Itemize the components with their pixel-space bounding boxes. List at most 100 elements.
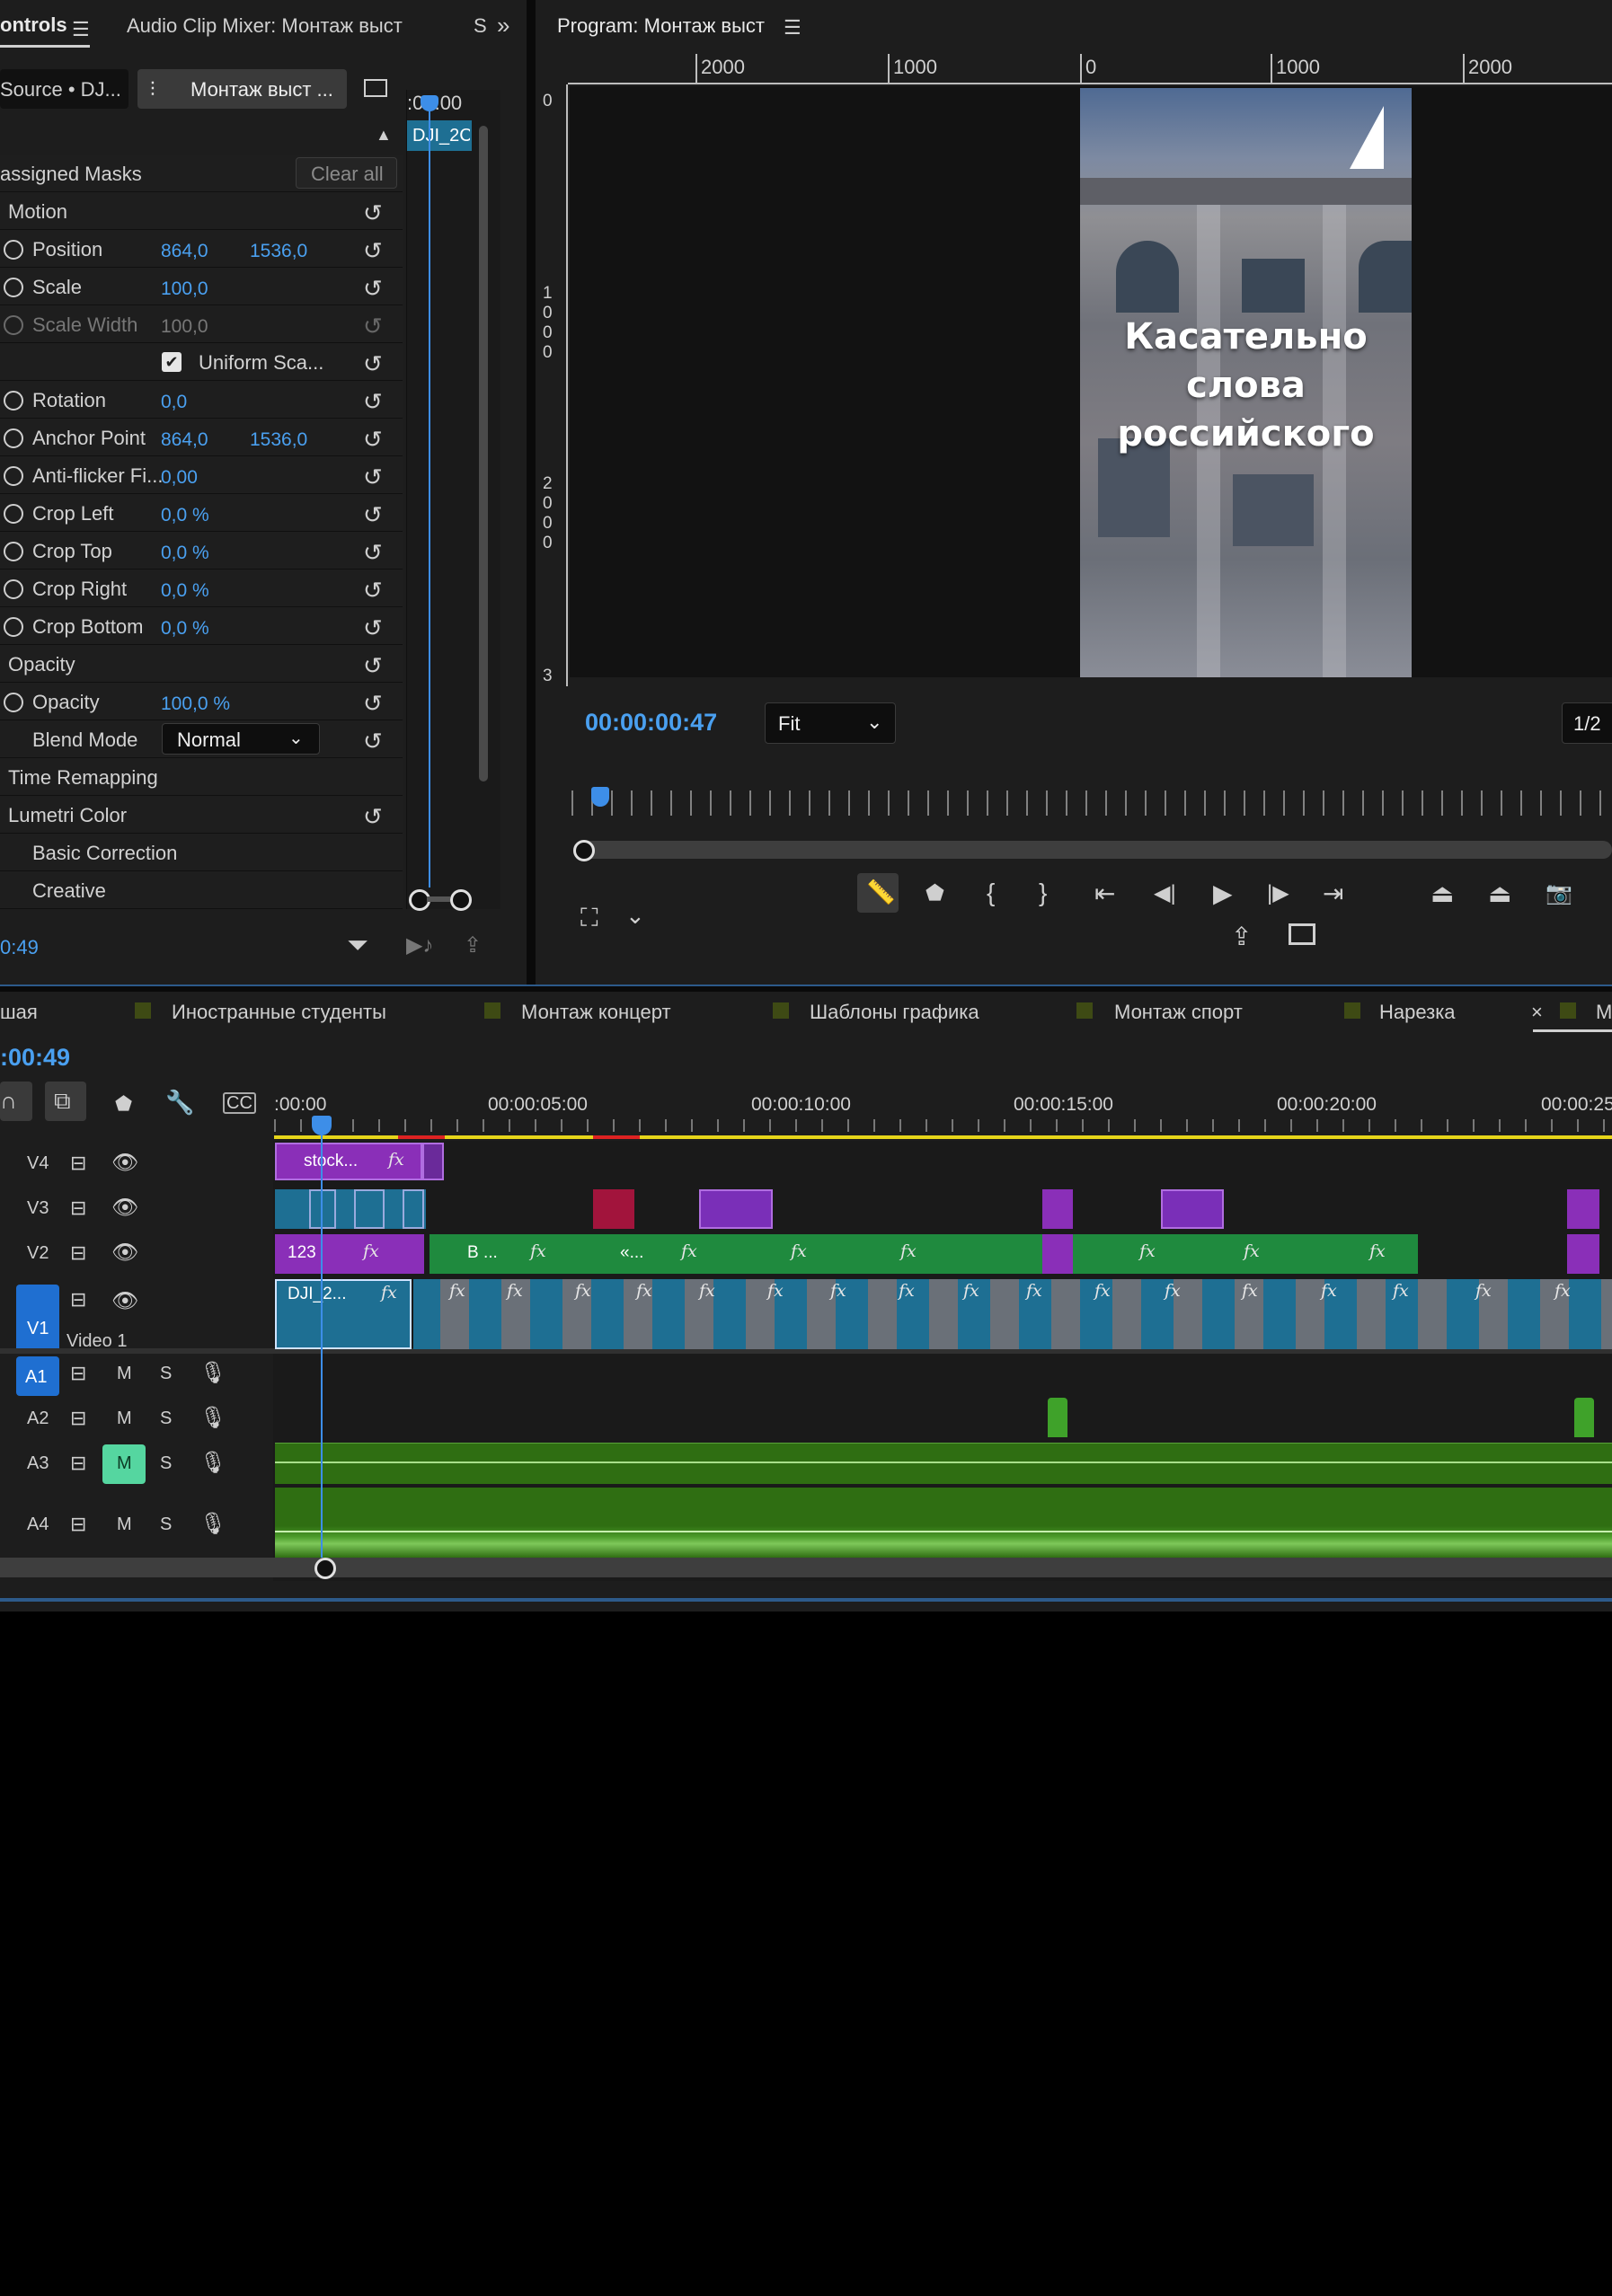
clip-v3-purple[interactable] bbox=[699, 1189, 773, 1229]
reset-icon[interactable]: ↺ bbox=[363, 275, 383, 303]
stopwatch-icon[interactable] bbox=[4, 504, 23, 524]
row-time-remapping[interactable]: Time Remapping bbox=[0, 758, 403, 796]
eye-icon[interactable]: 👁 bbox=[111, 1150, 138, 1176]
anti-flicker-value[interactable]: 0,00 bbox=[161, 467, 198, 489]
volume-line[interactable] bbox=[275, 1461, 1612, 1463]
effect-controls-timecode[interactable]: 0:49 bbox=[0, 936, 39, 959]
transition[interactable] bbox=[403, 1189, 424, 1229]
clip-v3-purple[interactable] bbox=[1161, 1189, 1224, 1229]
sync-lock-icon[interactable]: ⊟ bbox=[70, 1407, 86, 1430]
microphone-icon[interactable]: 🎙 bbox=[199, 1360, 226, 1386]
reset-icon[interactable]: ↺ bbox=[363, 501, 383, 529]
lift-icon[interactable]: ⏏ bbox=[1430, 879, 1454, 908]
playhead-marker-icon[interactable] bbox=[591, 787, 609, 807]
scrollbar-handle-left[interactable] bbox=[573, 840, 595, 861]
reset-icon[interactable]: ↺ bbox=[363, 690, 383, 718]
reset-icon[interactable]: ↺ bbox=[363, 614, 383, 642]
program-canvas[interactable]: Касательно слова российского bbox=[570, 86, 1612, 677]
sequence-tab[interactable]: Шаблоны графика bbox=[810, 1001, 979, 1024]
audio-clip-a4[interactable] bbox=[275, 1488, 1612, 1558]
row-opacity-section[interactable]: Opacity ↺ bbox=[0, 645, 403, 683]
reset-icon[interactable]: ↺ bbox=[363, 199, 383, 227]
step-forward-icon[interactable]: |▶ bbox=[1267, 880, 1289, 906]
clip-v2-green[interactable]: B ... fx «... fx fx fx fx fx fx bbox=[430, 1234, 1418, 1274]
microphone-icon[interactable]: 🎙 bbox=[199, 1511, 226, 1537]
row-creative[interactable]: Creative bbox=[0, 871, 403, 909]
panel-divider[interactable] bbox=[527, 0, 536, 985]
scrollbar-handle-left[interactable] bbox=[314, 1558, 336, 1579]
microphone-icon[interactable]: 🎙 bbox=[199, 1405, 226, 1431]
collapse-arrow-icon[interactable]: ▲ bbox=[376, 126, 392, 145]
row-rotation[interactable]: Rotation 0,0 ↺ bbox=[0, 381, 403, 419]
row-position[interactable]: Position 864,0 1536,0 ↺ bbox=[0, 230, 403, 268]
row-scale[interactable]: Scale 100,0 ↺ bbox=[0, 268, 403, 305]
playhead-handle-icon[interactable] bbox=[312, 1116, 332, 1135]
extract-icon[interactable]: ⏏ bbox=[1488, 879, 1511, 908]
track-header-v2[interactable]: V2 ⊟ 👁 bbox=[0, 1232, 273, 1276]
solo-button[interactable]: S bbox=[160, 1453, 172, 1474]
mini-scrollbar[interactable] bbox=[479, 126, 488, 782]
row-crop-left[interactable]: Crop Left 0,0 % ↺ bbox=[0, 494, 403, 532]
sequence-tab[interactable]: Монтаж концерт bbox=[521, 1001, 671, 1024]
clip-v3-purple[interactable] bbox=[1567, 1189, 1599, 1229]
sequence-tab[interactable]: Монтаж спорт bbox=[1114, 1001, 1243, 1024]
sequence-tab-active[interactable]: M bbox=[1596, 1001, 1612, 1024]
comparison-view-icon[interactable] bbox=[1289, 923, 1315, 945]
tab-effect-controls[interactable]: ontrols bbox=[0, 13, 67, 37]
clip-v2-purple[interactable] bbox=[1567, 1234, 1599, 1274]
sync-lock-icon[interactable]: ⊟ bbox=[70, 1513, 86, 1536]
row-crop-right[interactable]: Crop Right 0,0 % ↺ bbox=[0, 570, 403, 607]
export-icon[interactable]: ⇪ bbox=[464, 932, 482, 958]
crop-top-value[interactable]: 0,0 % bbox=[161, 543, 209, 564]
sequence-tab[interactable]: шая bbox=[0, 1001, 38, 1024]
row-crop-bottom[interactable]: Crop Bottom 0,0 % ↺ bbox=[0, 607, 403, 645]
row-crop-top[interactable]: Crop Top 0,0 % ↺ bbox=[0, 532, 403, 570]
linked-selection-button[interactable]: ⧉ bbox=[45, 1082, 86, 1121]
timeline-scrollbar[interactable] bbox=[0, 1558, 1612, 1577]
sequence-selector[interactable]: ⫶ Монтаж выст ... bbox=[137, 69, 347, 109]
crop-bottom-value[interactable]: 0,0 % bbox=[161, 618, 209, 640]
clip-v2-purple[interactable] bbox=[1042, 1234, 1073, 1274]
reset-icon[interactable]: ↺ bbox=[363, 350, 383, 378]
reset-icon[interactable]: ↺ bbox=[363, 426, 383, 454]
track-header-a3[interactable]: A3 ⊟ M S 🎙 bbox=[0, 1443, 273, 1486]
crop-right-value[interactable]: 0,0 % bbox=[161, 580, 209, 602]
program-scrollbar[interactable] bbox=[573, 841, 1612, 859]
sync-lock-icon[interactable]: ⊟ bbox=[70, 1197, 86, 1220]
mark-out-icon[interactable]: } bbox=[1039, 879, 1047, 907]
track-header-a2[interactable]: A2 ⊟ M S 🎙 bbox=[0, 1398, 273, 1441]
resolution-dropdown[interactable]: 1/2 bbox=[1562, 702, 1612, 744]
program-time-ruler[interactable] bbox=[571, 790, 1612, 816]
go-to-out-icon[interactable]: ⇥ bbox=[1323, 879, 1343, 908]
track-header-a4[interactable]: A4 ⊟ M S 🎙 bbox=[0, 1495, 273, 1558]
stopwatch-icon[interactable] bbox=[4, 542, 23, 561]
mini-zoom-handle-right[interactable] bbox=[450, 889, 472, 911]
row-motion[interactable]: Motion ↺ bbox=[0, 192, 403, 230]
close-tab-icon[interactable]: × bbox=[1531, 1001, 1543, 1024]
eye-icon[interactable]: 👁 bbox=[111, 1288, 138, 1314]
sync-lock-icon[interactable]: ⊟ bbox=[70, 1288, 86, 1311]
track-header-v3[interactable]: V3 ⊟ 👁 bbox=[0, 1188, 273, 1231]
play-audio-icon[interactable]: ▶♪ bbox=[406, 932, 433, 958]
program-timecode[interactable]: 00:00:00:47 bbox=[585, 709, 717, 737]
stopwatch-icon[interactable] bbox=[4, 391, 23, 411]
program-title[interactable]: Program: Монтаж выст bbox=[557, 14, 765, 38]
mute-button[interactable]: M bbox=[117, 1409, 132, 1429]
audio-clip-a2[interactable] bbox=[1574, 1398, 1594, 1437]
audio-clip-a2[interactable] bbox=[1048, 1398, 1067, 1437]
solo-button[interactable]: S bbox=[160, 1364, 172, 1384]
opacity-value[interactable]: 100,0 % bbox=[161, 693, 230, 715]
reset-icon[interactable]: ↺ bbox=[363, 237, 383, 265]
track-header-a1[interactable] bbox=[0, 2253, 273, 2296]
row-lumetri-color[interactable]: Lumetri Color ↺ bbox=[0, 796, 403, 834]
track-header-v1[interactable]: V1 ⊟ 👁 Video 1 bbox=[0, 1277, 273, 1353]
tab-more[interactable]: S bbox=[474, 14, 487, 38]
add-marker-icon[interactable]: ⬟ bbox=[926, 880, 944, 906]
safe-margins-icon[interactable]: ⛶ bbox=[580, 904, 598, 933]
stopwatch-icon[interactable] bbox=[4, 617, 23, 637]
timeline-playhead[interactable] bbox=[321, 1119, 323, 1559]
stopwatch-icon[interactable] bbox=[4, 428, 23, 448]
mini-timeline[interactable]: :00:00 DJI_2C bbox=[406, 90, 500, 911]
go-to-in-icon[interactable]: ⇤ bbox=[1094, 879, 1115, 908]
microphone-icon[interactable]: 🎙 bbox=[199, 1450, 226, 1476]
